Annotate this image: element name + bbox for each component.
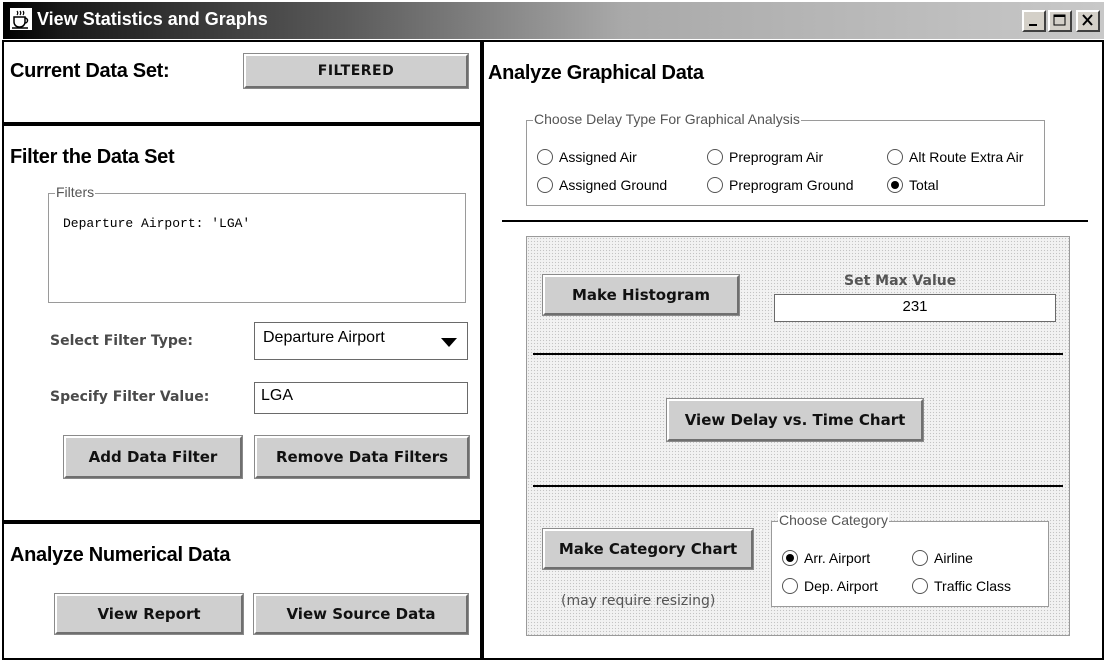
java-coffee-cup-icon	[10, 8, 32, 30]
radio-dep-airport[interactable]: Dep. Airport	[782, 578, 878, 594]
radio-circle	[707, 149, 723, 165]
radio-label: Alt Route Extra Air	[909, 149, 1024, 165]
delay-type-groupbox: Choose Delay Type For Graphical Analysis…	[526, 111, 1045, 206]
graphical-section-heading: Analyze Graphical Data	[488, 62, 704, 84]
radio-label: Airline	[934, 550, 973, 566]
make-histogram-button[interactable]: Make Histogram	[542, 274, 740, 316]
maximize-button[interactable]	[1048, 10, 1072, 32]
chevron-down-icon	[441, 338, 457, 347]
graph-options-panel: Make Histogram Set Max Value 231 View De…	[526, 236, 1070, 636]
remove-data-filters-button[interactable]: Remove Data Filters	[254, 435, 470, 479]
category-legend: Choose Category	[778, 512, 889, 528]
set-max-value-label: Set Max Value	[844, 273, 957, 289]
add-data-filter-button[interactable]: Add Data Filter	[63, 435, 243, 479]
make-category-chart-button[interactable]: Make Category Chart	[542, 528, 754, 570]
statistics-window: View Statistics and Graphs Current Data …	[0, 0, 1107, 662]
radio-circle	[782, 578, 798, 594]
radio-alt-route-extra-air[interactable]: Alt Route Extra Air	[887, 149, 1023, 165]
radio-assigned-air[interactable]: Assigned Air	[537, 149, 637, 165]
radio-preprogram-air[interactable]: Preprogram Air	[707, 149, 823, 165]
view-source-data-button[interactable]: View Source Data	[253, 593, 469, 635]
minimize-button[interactable]	[1022, 10, 1046, 32]
radio-circle	[707, 177, 723, 193]
radio-traffic-class[interactable]: Traffic Class	[912, 578, 1011, 594]
radio-label: Total	[909, 177, 939, 193]
radio-circle	[887, 149, 903, 165]
column-separator	[480, 42, 484, 658]
category-groupbox: Choose Category Arr. Airport Airline Dep…	[771, 512, 1049, 607]
panel-separator-2	[533, 485, 1063, 487]
resizing-note: (may require resizing)	[561, 593, 716, 609]
radio-arr-airport[interactable]: Arr. Airport	[782, 550, 870, 566]
view-report-button[interactable]: View Report	[54, 593, 244, 635]
radio-label: Arr. Airport	[804, 550, 871, 566]
close-button[interactable]	[1076, 10, 1100, 32]
radio-label: Dep. Airport	[804, 578, 878, 594]
radio-circle	[782, 550, 798, 566]
filter-value-input[interactable]: LGA	[254, 382, 468, 414]
filter-section-heading: Filter the Data Set	[10, 146, 175, 168]
radio-circle	[887, 177, 903, 193]
radio-circle	[537, 177, 553, 193]
radio-circle	[537, 149, 553, 165]
numerical-section-heading: Analyze Numerical Data	[10, 544, 231, 566]
radio-airline[interactable]: Airline	[912, 550, 973, 566]
radio-label: Traffic Class	[934, 578, 1012, 594]
left-separator-1	[4, 122, 480, 126]
left-separator-2	[4, 520, 480, 524]
panel-separator-1	[533, 353, 1063, 355]
minimize-icon	[1029, 24, 1037, 26]
title-bar[interactable]: View Statistics and Graphs	[3, 2, 1104, 39]
radio-circle	[912, 578, 928, 594]
current-data-set-button[interactable]: FILTERED	[243, 53, 469, 89]
specify-filter-value-label: Specify Filter Value:	[50, 389, 210, 405]
current-data-set-label: Current Data Set:	[10, 60, 170, 82]
radio-circle	[912, 550, 928, 566]
delay-type-legend: Choose Delay Type For Graphical Analysis	[533, 111, 801, 127]
radio-label: Preprogram Ground	[729, 177, 854, 193]
maximize-icon	[1053, 14, 1066, 26]
radio-label: Assigned Ground	[559, 177, 668, 193]
filter-type-select-value: Departure Airport	[263, 329, 385, 346]
radio-assigned-ground[interactable]: Assigned Ground	[537, 177, 667, 193]
radio-label: Preprogram Air	[729, 149, 824, 165]
view-delay-time-chart-button[interactable]: View Delay vs. Time Chart	[666, 398, 924, 442]
close-icon	[1082, 14, 1093, 26]
select-filter-type-label: Select Filter Type:	[50, 333, 193, 349]
filter-type-select[interactable]: Departure Airport	[254, 322, 468, 360]
max-value-input[interactable]: 231	[774, 294, 1056, 322]
right-separator	[502, 220, 1088, 222]
filters-legend: Filters	[55, 184, 96, 200]
radio-total[interactable]: Total	[887, 177, 939, 193]
window-title: View Statistics and Graphs	[37, 9, 268, 29]
filters-text: Departure Airport: 'LGA'	[63, 216, 251, 231]
filters-groupbox: Filters Departure Airport: 'LGA'	[48, 184, 466, 303]
radio-label: Assigned Air	[559, 149, 637, 165]
radio-preprogram-ground[interactable]: Preprogram Ground	[707, 177, 854, 193]
